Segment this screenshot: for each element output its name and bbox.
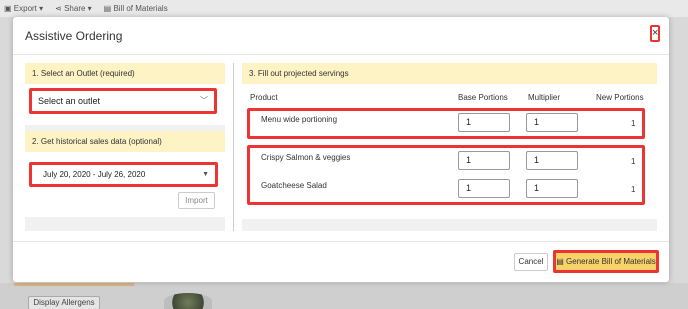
table-icon: ▤ bbox=[556, 257, 564, 266]
close-button[interactable]: × bbox=[650, 25, 660, 42]
base-portions-input[interactable]: 1 bbox=[458, 151, 510, 170]
dish-thumbnail bbox=[164, 293, 212, 309]
panel-divider bbox=[233, 63, 234, 231]
display-allergens-button: Display Allergens bbox=[28, 296, 100, 309]
date-range-value: July 20, 2020 - July 26, 2020 bbox=[43, 170, 146, 179]
product-name: Menu wide portioning bbox=[261, 115, 338, 124]
base-portions-input[interactable]: 1 bbox=[458, 113, 510, 132]
servings-section-heading: 3. Fill out projected servings bbox=[242, 63, 657, 84]
column-header-multiplier: Multiplier bbox=[528, 93, 561, 102]
left-panel: 1. Select an Outlet (required) Select an… bbox=[25, 63, 225, 231]
background-accent bbox=[14, 283, 134, 286]
multiplier-input[interactable]: 1 bbox=[526, 179, 578, 198]
bill-of-materials-link[interactable]: ▤ Bill of Materials bbox=[104, 4, 168, 13]
base-portions-input[interactable]: 1 bbox=[458, 179, 510, 198]
header-divider bbox=[13, 54, 669, 55]
history-section: 2. Get historical sales data (optional) … bbox=[25, 131, 225, 217]
background-content bbox=[0, 283, 688, 309]
outlet-select-value: Select an outlet bbox=[38, 96, 101, 106]
right-panel: 3. Fill out projected servings Product B… bbox=[242, 63, 657, 231]
caret-down-icon: ▼ bbox=[202, 171, 209, 178]
history-section-heading: 2. Get historical sales data (optional) bbox=[25, 131, 225, 152]
outlet-select[interactable]: Select an outlet ﹀ bbox=[29, 88, 217, 114]
column-header-new-portions: New Portions bbox=[596, 93, 644, 102]
servings-section: 3. Fill out projected servings Product B… bbox=[242, 63, 657, 219]
product-name: Goatcheese Salad bbox=[261, 181, 327, 190]
import-button[interactable]: Import bbox=[178, 192, 215, 209]
date-range-select[interactable]: July 20, 2020 - July 26, 2020 ▼ bbox=[29, 162, 218, 187]
new-portions-value: 1 bbox=[631, 157, 636, 166]
generate-button-label: Generate Bill of Materials bbox=[565, 257, 656, 266]
column-header-product: Product bbox=[250, 93, 278, 102]
chevron-down-icon: ﹀ bbox=[200, 96, 208, 105]
generate-bill-of-materials-button[interactable]: ▤ Generate Bill of Materials bbox=[553, 250, 659, 273]
product-name: Crispy Salmon & veggies bbox=[261, 153, 351, 162]
multiplier-input[interactable]: 1 bbox=[526, 113, 578, 132]
cancel-button[interactable]: Cancel bbox=[514, 253, 548, 271]
share-menu[interactable]: ⋖ Share ▾ bbox=[55, 4, 92, 13]
multiplier-input[interactable]: 1 bbox=[526, 151, 578, 170]
outlet-section-heading: 1. Select an Outlet (required) bbox=[25, 63, 225, 84]
column-header-base-portions: Base Portions bbox=[458, 93, 508, 102]
export-menu[interactable]: ▣ Export ▾ bbox=[4, 4, 43, 13]
new-portions-value: 1 bbox=[631, 185, 636, 194]
new-portions-value: 1 bbox=[631, 119, 636, 128]
page-toolbar: ▣ Export ▾ ⋖ Share ▾ ▤ Bill of Materials bbox=[0, 0, 688, 17]
outlet-section: 1. Select an Outlet (required) Select an… bbox=[25, 63, 225, 125]
footer-divider bbox=[13, 241, 669, 242]
modal-title: Assistive Ordering bbox=[25, 29, 123, 43]
assistive-ordering-modal: Assistive Ordering × 1. Select an Outlet… bbox=[13, 17, 669, 282]
